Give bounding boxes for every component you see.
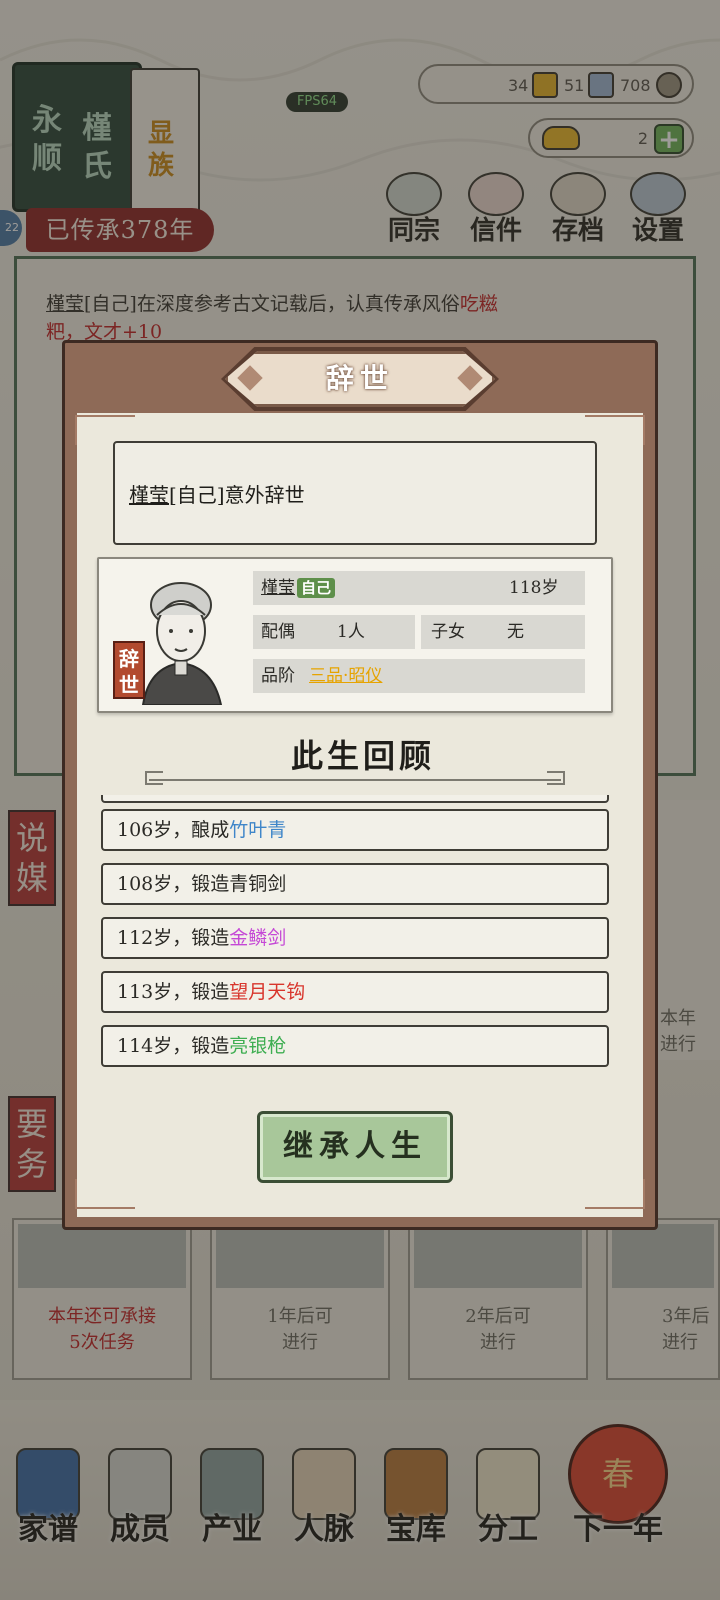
children-row: 子女 无 bbox=[421, 615, 585, 649]
death-message-box: 槿莹[自己]意外辞世 bbox=[113, 441, 597, 545]
rank-label: 品阶 bbox=[261, 666, 295, 686]
frame-corner-br bbox=[585, 1179, 645, 1209]
list-item: 114岁，锻造亮银枪 bbox=[101, 1025, 609, 1067]
dialog-title: 辞世 bbox=[325, 362, 394, 395]
list-item-partial bbox=[101, 795, 609, 803]
event-verb: 锻造青铜剑 bbox=[191, 873, 287, 895]
life-review-divider bbox=[145, 771, 565, 785]
event-age: 106岁， bbox=[117, 819, 192, 841]
inherit-life-button[interactable]: 继承人生 bbox=[257, 1111, 453, 1183]
list-item: 113岁，锻造望月天钩 bbox=[101, 971, 609, 1013]
self-badge: 自己 bbox=[297, 578, 336, 598]
death-message-rest: [自己]意外辞世 bbox=[169, 483, 305, 507]
children-value: 无 bbox=[507, 622, 524, 642]
spouse-value: 1人 bbox=[337, 622, 365, 642]
event-item: 亮银枪 bbox=[229, 1035, 287, 1057]
list-item: 106岁，酿成竹叶青 bbox=[101, 809, 609, 851]
death-dialog: 辞世 槿莹[自己]意外辞世 辞世 槿莹 自己 118岁 配偶 1人 子女 无 品… bbox=[62, 340, 658, 1230]
event-verb: 锻造 bbox=[191, 927, 230, 949]
event-age: 112岁， bbox=[117, 927, 192, 949]
event-age: 108岁， bbox=[117, 873, 192, 895]
event-item: 金鳞剑 bbox=[229, 927, 287, 949]
profile-name-row: 槿莹 自己 118岁 bbox=[253, 571, 585, 605]
rank-value[interactable]: 三品·昭仪 bbox=[309, 659, 382, 693]
death-message: 槿莹[自己]意外辞世 bbox=[129, 479, 305, 508]
event-verb: 锻造 bbox=[191, 1035, 230, 1057]
event-verb: 酿成 bbox=[191, 819, 230, 841]
profile-card: 辞世 槿莹 自己 118岁 配偶 1人 子女 无 品阶 三品·昭仪 bbox=[97, 557, 613, 713]
life-review-list[interactable]: 106岁，酿成竹叶青 108岁，锻造青铜剑 112岁，锻造金鳞剑 113岁，锻造… bbox=[99, 795, 611, 1085]
event-verb: 锻造 bbox=[191, 981, 230, 1003]
deceased-status-tag: 辞世 bbox=[113, 641, 145, 699]
list-item: 108岁，锻造青铜剑 bbox=[101, 863, 609, 905]
event-item: 竹叶青 bbox=[229, 819, 287, 841]
event-item: 望月天钩 bbox=[229, 981, 306, 1003]
profile-age: 118岁 bbox=[509, 578, 559, 598]
spouse-row: 配偶 1人 bbox=[253, 615, 415, 649]
rank-row: 品阶 三品·昭仪 bbox=[253, 659, 585, 693]
profile-name[interactable]: 槿莹 bbox=[261, 578, 295, 598]
children-label: 子女 bbox=[431, 622, 465, 642]
event-age: 114岁， bbox=[117, 1035, 192, 1057]
frame-corner-bl bbox=[75, 1179, 135, 1209]
death-message-name[interactable]: 槿莹 bbox=[129, 483, 169, 507]
event-age: 113岁， bbox=[117, 981, 192, 1003]
list-item: 112岁，锻造金鳞剑 bbox=[101, 917, 609, 959]
spouse-label: 配偶 bbox=[261, 622, 295, 642]
